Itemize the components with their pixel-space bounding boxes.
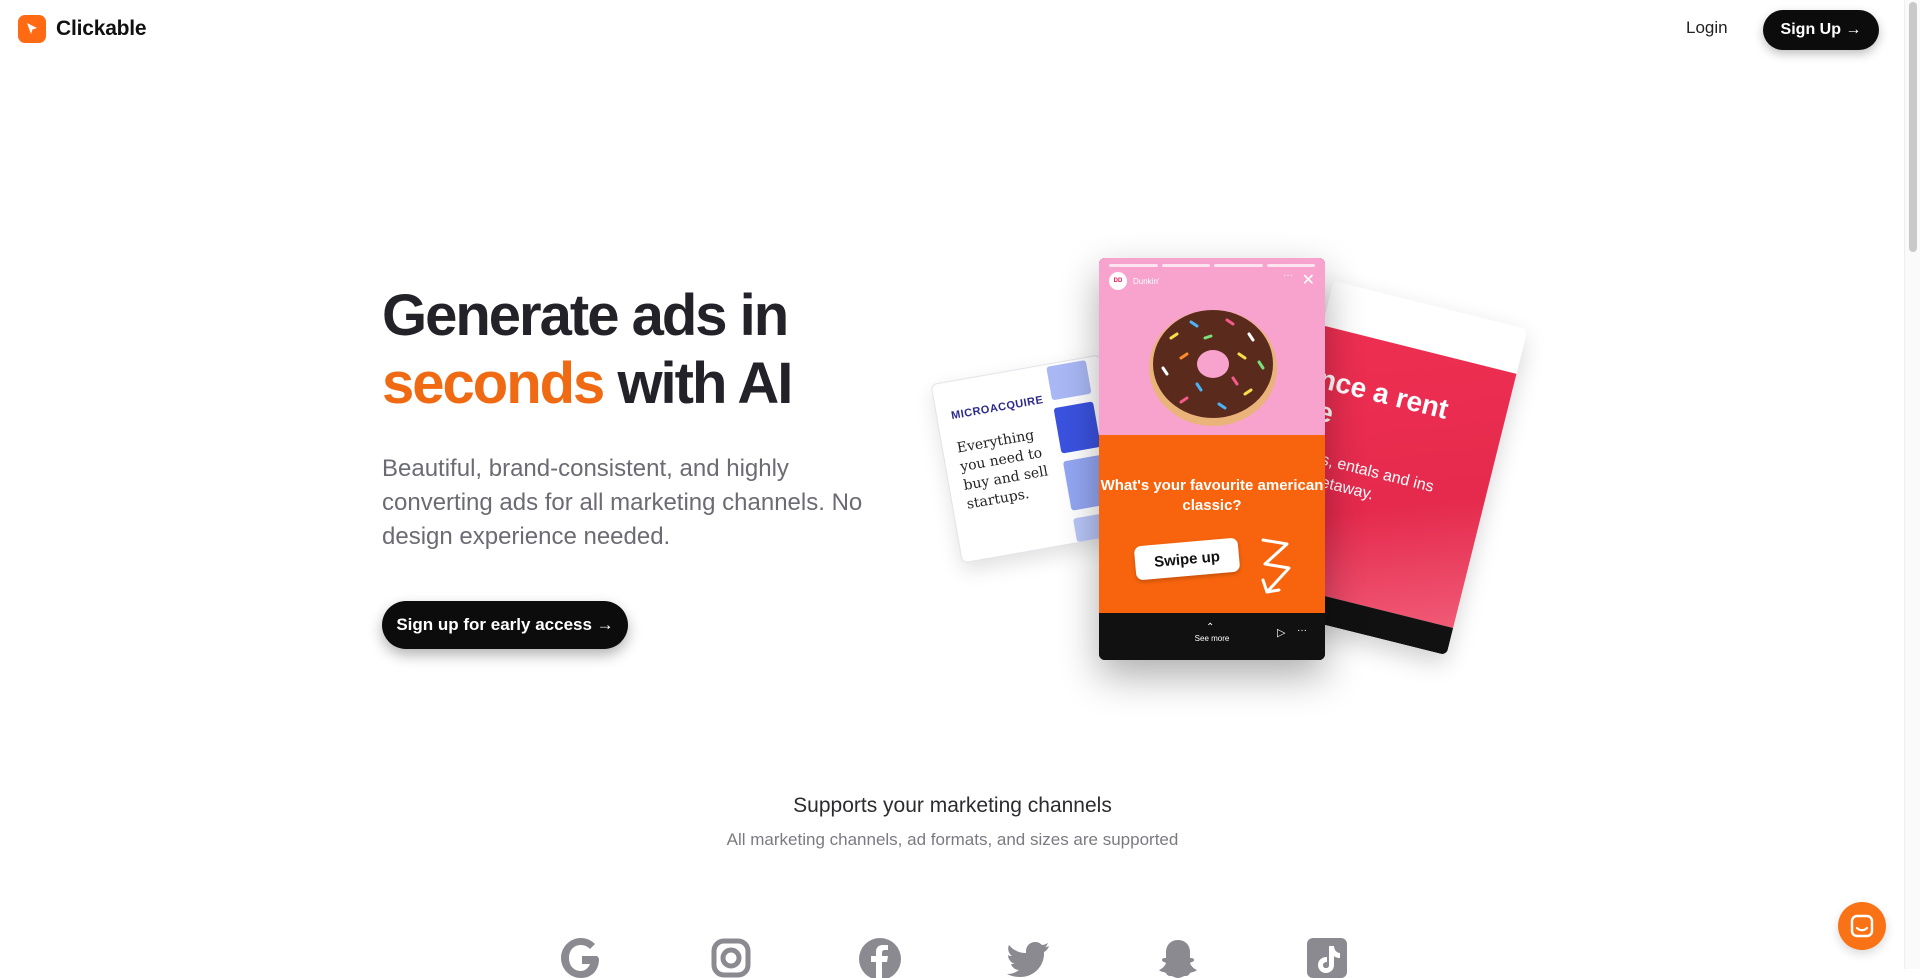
story-top: DD Dunkin' ··· ✕ [1099, 258, 1325, 435]
cursor-icon [18, 15, 46, 43]
brand-logo[interactable]: Clickable [18, 15, 147, 43]
headline-line1: Generate ads in [382, 283, 789, 348]
more-icon: ··· [1297, 625, 1307, 636]
chevron-up-icon: ⌃ [1206, 622, 1215, 633]
story-progress [1109, 264, 1315, 267]
story-account: DD Dunkin' [1109, 272, 1159, 290]
ad-brand: MICROACQUIRE [950, 394, 1045, 423]
headline-rest: with AI [603, 351, 793, 416]
scrollbar-thumb[interactable] [1909, 2, 1917, 252]
chat-icon [1850, 914, 1874, 938]
more-icon: ··· [1283, 270, 1293, 281]
see-more-label: See more [1194, 634, 1230, 643]
close-icon: ✕ [1301, 272, 1315, 289]
early-access-button[interactable]: Sign up for early access → [382, 601, 628, 649]
scrollbar[interactable] [1904, 0, 1920, 969]
tiktok-icon [1305, 938, 1349, 978]
headline-line2: seconds with AI [382, 350, 793, 418]
chat-launcher-button[interactable] [1838, 902, 1886, 950]
login-link[interactable]: Login [1686, 18, 1728, 38]
squiggle-arrow-icon [1261, 538, 1291, 594]
avatar: DD [1109, 272, 1127, 290]
supports-title: Supports your marketing channels [793, 794, 1112, 817]
signup-button[interactable]: Sign Up → [1763, 10, 1879, 50]
ad-preview-story: DD Dunkin' ··· ✕ What's your favourite a… [1099, 258, 1325, 660]
hero-subtext: Beautiful, brand-consistent, and highly … [382, 455, 863, 550]
send-icon: ▷ [1277, 627, 1286, 639]
story-question: What's your favourite american classic? [1100, 477, 1324, 514]
headline-accent: seconds [382, 351, 605, 416]
instagram-icon [709, 938, 753, 978]
google-icon [560, 938, 604, 978]
site-header: Clickable Login Sign Up → [0, 0, 1905, 60]
twitter-icon [1007, 938, 1051, 978]
supports-subtitle: All marketing channels, ad formats, and … [726, 830, 1179, 849]
donut-image [1149, 310, 1277, 426]
channel-icons [560, 938, 1349, 978]
ad-copy: Everything you need to buy and sell star… [955, 427, 1050, 513]
snapchat-icon [1156, 938, 1200, 978]
hero-headline: Generate ads in seconds with AI [382, 282, 793, 418]
brand-name: Clickable [56, 17, 147, 40]
story-account-name: Dunkin' [1133, 276, 1160, 286]
facebook-icon [858, 938, 902, 978]
